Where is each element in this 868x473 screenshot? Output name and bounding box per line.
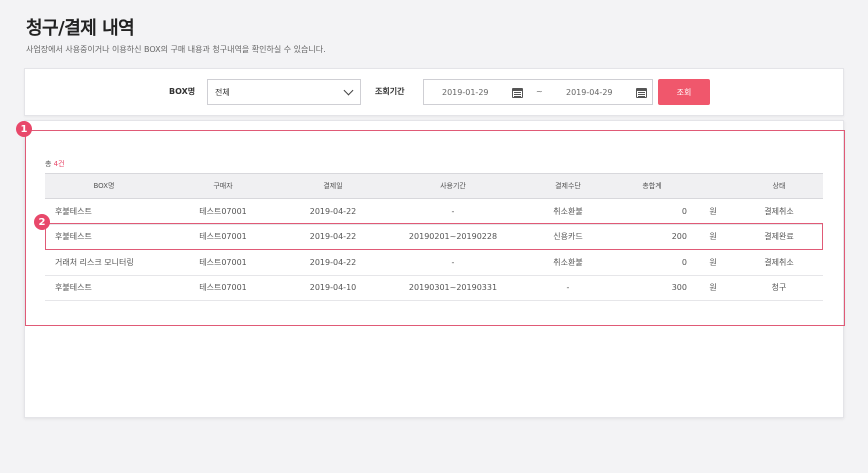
column-header [691,173,735,199]
cell-box: 후불테스트 [45,198,163,225]
date-range: 2019-01-29 ~ 2019-04-29 [423,79,653,105]
table-row[interactable]: 거래처 리스크 모니터링 테스트07001 2019-04-22 - 취소환불 … [45,249,823,276]
cell-date: 2019-04-10 [283,275,383,301]
cell-method: 신용카드 [523,224,613,250]
cell-period: 20190201~20190228 [383,224,523,250]
page-description: 사업장에서 사용중이거나 이용하신 BOX의 구매 내용과 청구내역을 확인하실… [26,45,326,54]
cell-buyer: 테스트07001 [163,198,283,225]
cell-date: 2019-04-22 [283,249,383,276]
chevron-down-icon [343,85,354,96]
cell-box: 후불테스트 [45,224,163,250]
table-row[interactable]: 후불테스트 테스트07001 2019-04-22 20190201~20190… [45,224,823,250]
cell-status: 결제완료 [735,224,823,250]
cell-method: - [523,275,613,301]
cell-status: 결제취소 [735,249,823,276]
search-button[interactable]: 조회 [658,79,710,105]
table-row[interactable]: 후불테스트 테스트07001 2019-04-22 - 취소환불 0 원 결제취… [45,198,823,225]
annotation-marker-1: 1 [16,121,32,137]
cell-amount: 300 [613,275,691,301]
start-date-input[interactable]: 2019-01-29 [442,88,489,97]
box-select-value: 전체 [215,88,230,97]
calendar-icon[interactable] [512,88,523,98]
period-label: 조회기간 [375,87,405,96]
cell-unit: 원 [691,249,735,276]
page-title: 청구/결제 내역 [26,18,135,39]
box-select[interactable]: 전체 [207,79,361,105]
column-header: 결제수단 [523,173,613,199]
column-header: 구매자 [163,173,283,199]
column-header: 결제일 [283,173,383,199]
cell-status: 결제취소 [735,198,823,225]
end-date-input[interactable]: 2019-04-29 [566,88,613,97]
date-range-separator: ~ [536,87,543,96]
cell-buyer: 테스트07001 [163,249,283,276]
column-header: 상태 [735,173,823,199]
cell-date: 2019-04-22 [283,224,383,250]
cell-date: 2019-04-22 [283,198,383,225]
cell-period: - [383,249,523,276]
cell-status: 청구 [735,275,823,301]
table-row[interactable]: 후불테스트 테스트07001 2019-04-10 20190301~20190… [45,275,823,301]
total-count: 총 4건 [45,160,65,168]
cell-method: 취소환불 [523,198,613,225]
cell-method: 취소환불 [523,249,613,276]
cell-amount: 0 [613,198,691,225]
cell-unit: 원 [691,198,735,225]
column-header: BOX명 [45,173,163,199]
cell-unit: 원 [691,224,735,250]
cell-period: 20190301~20190331 [383,275,523,301]
cell-box: 후불테스트 [45,275,163,301]
cell-buyer: 테스트07001 [163,224,283,250]
column-header: 사용기간 [383,173,523,199]
table-header-row: BOX명 구매자 결제일 사용기간 결제수단 총합계 상태 [45,173,823,199]
calendar-icon[interactable] [636,88,647,98]
results-panel: 총 4건 BOX명 구매자 결제일 사용기간 결제수단 총합계 상태 후불테스트… [24,120,845,418]
column-header: 총합계 [613,173,691,199]
cell-unit: 원 [691,275,735,301]
cell-period: - [383,198,523,225]
cell-box: 거래처 리스크 모니터링 [45,249,163,276]
filter-panel: BOX명 전체 조회기간 2019-01-29 ~ 2019-04-29 조회 [24,68,844,116]
cell-amount: 200 [613,224,691,250]
billing-table: BOX명 구매자 결제일 사용기간 결제수단 총합계 상태 후불테스트 테스트0… [45,173,823,301]
cell-buyer: 테스트07001 [163,275,283,301]
annotation-marker-2: 2 [34,214,50,230]
cell-amount: 0 [613,249,691,276]
box-name-label: BOX명 [169,87,196,96]
